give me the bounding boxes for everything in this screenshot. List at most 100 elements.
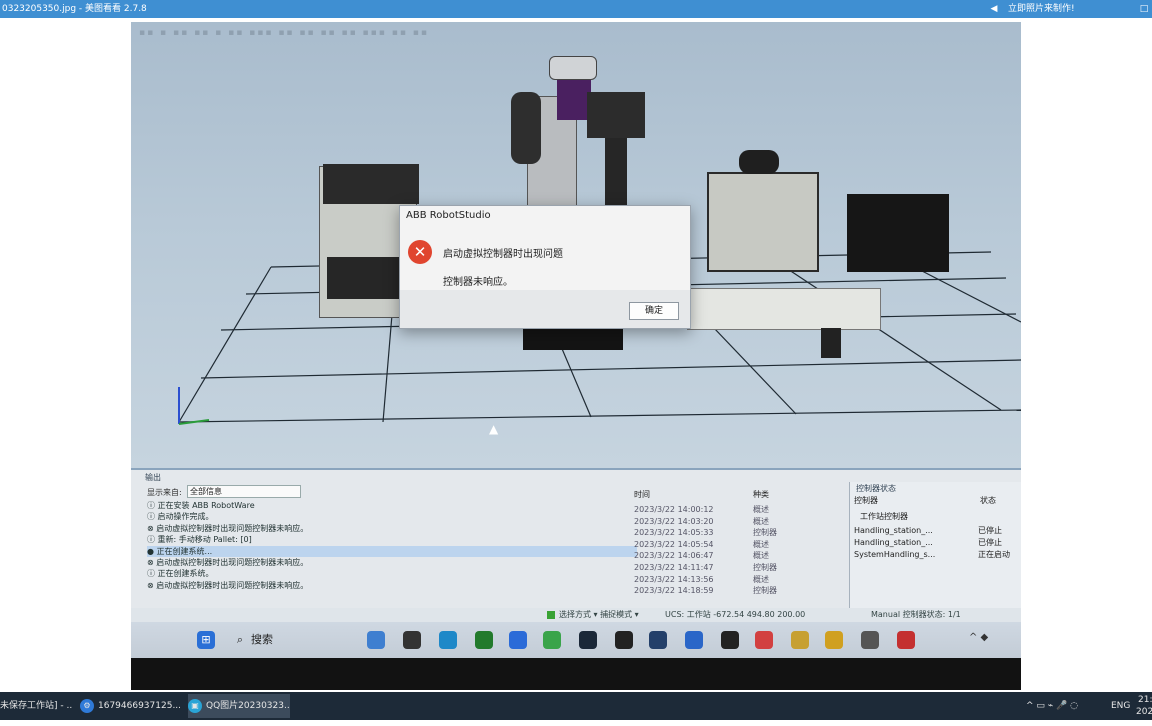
category-cell: 概述 xyxy=(753,505,769,514)
store-icon xyxy=(649,631,667,649)
taskbar-item-label: 未保存工作站] - ... xyxy=(0,701,72,711)
app5-icon xyxy=(825,631,843,649)
image-viewer-icon: ▣ xyxy=(188,698,202,713)
filter-select[interactable]: 全部信息 xyxy=(187,485,301,498)
column-header-state[interactable]: 状态 xyxy=(980,495,996,506)
conveyor-leg xyxy=(821,328,841,358)
conveyor xyxy=(687,288,881,330)
ok-button[interactable]: 确定 xyxy=(629,302,679,320)
time-cell: 2023/3/22 14:13:56 xyxy=(634,574,714,584)
photo-canvas: ▪▪ ▪ ▪▪ ▪▪ ▪ ▪▪ ▪▪▪ ▪▪ ▪▪ ▪▪ ▪▪ ▪▪▪ ▪▪ ▪… xyxy=(131,22,1021,690)
error-dialog: ABB RobotStudio ✕ 启动虚拟控制器时出现问题 控制器未响应。 确… xyxy=(399,205,691,329)
viewer-title: 0323205350.jpg - 美图看看 2.7.8 xyxy=(2,4,147,14)
robot-tool xyxy=(557,80,591,120)
floor-shadow xyxy=(523,328,623,350)
status-indicator-icon xyxy=(547,611,555,619)
list-item[interactable]: ⊗ 启动虚拟控制器时出现问题控制器未响应。 xyxy=(147,523,637,534)
category-cell: 概述 xyxy=(753,574,769,584)
taskbar: 未保存工作站] - ... ⚙ 1679466937125... ▣ QQ图片202… xyxy=(0,692,1152,720)
list-item[interactable]: ⓘ 重新: 手动移动 Pallet: [0] xyxy=(147,534,637,545)
list-item[interactable]: ● 正在创建系统... xyxy=(147,545,637,557)
clock-date[interactable]: 202 xyxy=(1136,698,1152,726)
edge-icon xyxy=(439,631,457,649)
robot-scene-viewport: ▪▪ ▪ ▪▪ ▪▪ ▪ ▪▪ ▪▪▪ ▪▪ ▪▪ ▪▪ ▪▪ ▪▪▪ ▪▪ ▪… xyxy=(131,22,1021,468)
table-row[interactable]: Handling_station_... 已停止 xyxy=(854,537,1020,549)
taskbar-item-robotstudio[interactable]: 未保存工作站] - ... xyxy=(0,694,72,718)
search-label: 搜索 xyxy=(251,633,273,646)
table-row[interactable]: Handling_station_... 已停止 xyxy=(854,525,1020,537)
shield-icon xyxy=(685,631,703,649)
controller-state: 已停止 xyxy=(978,526,1002,535)
controller-group[interactable]: 工作站控制器 xyxy=(860,511,908,522)
app6-icon xyxy=(861,631,879,649)
taskbar-item-label: QQ图片20230323... xyxy=(206,701,290,711)
black-box xyxy=(847,194,949,272)
cabinet xyxy=(707,172,819,272)
left-station-front xyxy=(327,257,403,299)
robot-head xyxy=(549,56,597,80)
settings-icon: ⚙ xyxy=(80,698,94,713)
controller-state: 已停止 xyxy=(978,538,1002,547)
windows-start-icon: ⊞ xyxy=(197,631,215,649)
qq-icon xyxy=(615,631,633,649)
taskbar-item-settings[interactable]: ⚙ 1679466937125... xyxy=(80,694,180,718)
column-header-category[interactable]: 种类 xyxy=(753,489,769,500)
status-right: Manual 控制器状态: 1/1 xyxy=(871,610,961,619)
app-status-bar: 选择方式 ▾ 捕捉模式 ▾ UCS: 工作站 -672.54 494.80 20… xyxy=(131,608,1021,622)
teams-icon xyxy=(367,631,385,649)
wps-icon xyxy=(897,631,915,649)
category-cell: 控制器 xyxy=(753,586,777,596)
speaker-icon[interactable]: ◀ xyxy=(988,0,1000,18)
photo-monitor-bezel xyxy=(131,658,1021,690)
dialog-detail: 控制器未响应。 xyxy=(443,277,513,288)
photo-taskbar: ⊞ ⌕ 搜索 ^ ◆ xyxy=(131,622,1021,658)
controller-name: Handling_station_... xyxy=(854,538,933,547)
time-cell: 2023/3/22 14:06:47 xyxy=(634,551,714,561)
robot-base-board xyxy=(587,92,645,138)
language-indicator[interactable]: ENG xyxy=(1111,692,1130,720)
time-column: 2023/3/22 14:00:12 2023/3/22 14:03:20 20… xyxy=(634,504,754,597)
mouse-cursor: ▲ xyxy=(489,422,499,436)
filter-label: 显示来自: xyxy=(147,488,182,497)
column-header-time[interactable]: 时间 xyxy=(634,489,650,500)
taskbar-item-image-viewer[interactable]: ▣ QQ图片20230323... xyxy=(188,694,290,718)
category-cell: 概述 xyxy=(753,539,769,549)
robot-arm xyxy=(511,92,541,164)
wechat-icon xyxy=(543,631,561,649)
dialog-message: 启动虚拟控制器时出现问题 xyxy=(443,249,563,260)
time-cell: 2023/3/22 14:05:33 xyxy=(634,528,714,538)
time-cell: 2023/3/22 14:03:20 xyxy=(634,516,714,526)
category-cell: 概述 xyxy=(753,551,769,561)
column-header-controller[interactable]: 控制器 xyxy=(854,495,878,506)
error-icon: ✕ xyxy=(408,240,432,264)
time-cell: 2023/3/22 14:05:54 xyxy=(634,539,714,549)
left-station-frame xyxy=(323,164,419,204)
app2-icon xyxy=(721,631,739,649)
controller-panel-header: 控制器状态 xyxy=(856,484,896,493)
controller-rows: Handling_station_... 已停止 Handling_statio… xyxy=(854,525,1020,561)
system-tray-icons[interactable]: ^ ▭ ⌁ 🎤 ◌ xyxy=(1026,692,1078,720)
controller-name: Handling_station_... xyxy=(854,526,933,535)
list-item[interactable]: ⓘ 正在安装 ABB RobotWare xyxy=(147,500,637,511)
photo-tray: ^ ◆ xyxy=(969,632,989,643)
promo-link[interactable]: 立即照片来制作! xyxy=(1008,0,1075,18)
steam-icon xyxy=(579,631,597,649)
list-item[interactable]: ⓘ 正在创建系统。 xyxy=(147,568,637,579)
selection-mode[interactable]: 选择方式 ▾ 捕捉模式 ▾ xyxy=(559,608,639,622)
time-cell: 2023/3/22 14:00:12 xyxy=(634,505,714,514)
list-item[interactable]: ⊗ 启动虚拟控制器时出现问题控制器未响应。 xyxy=(147,557,637,568)
output-tab[interactable]: 输出 xyxy=(145,472,161,483)
output-panel: 输出 显示来自: 全部信息 ⓘ 正在安装 ABB RobotWare ⓘ 启动操… xyxy=(131,468,1021,610)
folder-icon xyxy=(403,631,421,649)
coordinates-readout: UCS: 工作站 -672.54 494.80 200.00 xyxy=(665,610,806,619)
list-item[interactable]: ⓘ 启动操作完成。 xyxy=(147,511,637,522)
robot-post xyxy=(605,138,627,208)
list-item[interactable]: ⊗ 启动虚拟控制器时出现问题控制器未响应。 xyxy=(147,580,637,591)
maximize-button[interactable]: □ xyxy=(1136,0,1152,18)
app4-icon xyxy=(791,631,809,649)
controller-status-panel: 控制器状态 控制器 状态 工作站控制器 Handling_station_...… xyxy=(849,482,1021,610)
dialog-title: ABB RobotStudio xyxy=(406,210,491,221)
search-icon: ⌕ xyxy=(236,633,244,646)
xbox-icon xyxy=(475,631,493,649)
table-row[interactable]: SystemHandling_s... 正在启动 xyxy=(854,549,1020,561)
